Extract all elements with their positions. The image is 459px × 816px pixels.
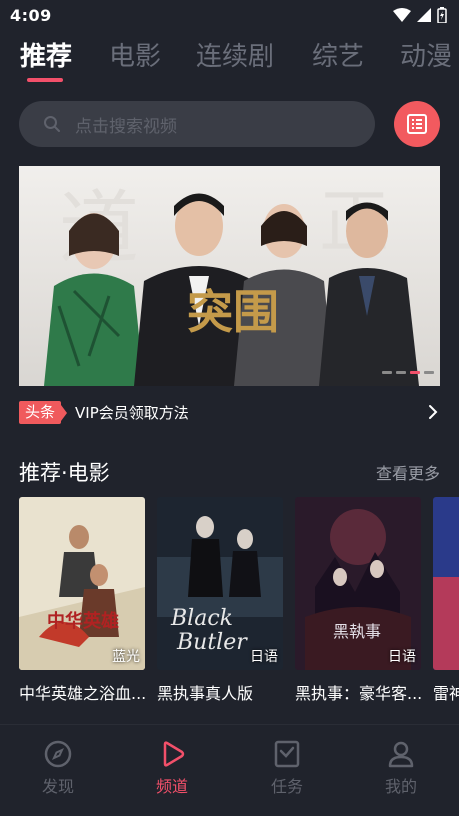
status-bar: 4:09 bbox=[0, 0, 459, 30]
headline-text[interactable]: VIP会员领取方法 bbox=[75, 402, 426, 423]
movie-poster[interactable]: Black Butler 日语 bbox=[157, 497, 283, 670]
tab-anime[interactable]: 动漫 bbox=[400, 38, 452, 76]
nav-profile[interactable]: 我的 bbox=[361, 739, 441, 797]
compass-icon bbox=[44, 740, 72, 768]
wifi-icon bbox=[393, 8, 411, 22]
banner-dot[interactable] bbox=[382, 371, 392, 374]
see-more-link[interactable]: 查看更多 bbox=[376, 460, 440, 484]
headline-badge: 头条 bbox=[19, 400, 68, 424]
tab-variety[interactable]: 综艺 bbox=[312, 38, 364, 76]
signal-icon bbox=[417, 8, 431, 22]
search-input[interactable]: 点击搜索视频 bbox=[19, 101, 375, 147]
svg-text:黑執事: 黑執事 bbox=[333, 622, 381, 641]
tab-recommend[interactable]: 推荐 bbox=[20, 38, 72, 76]
play-icon bbox=[163, 741, 185, 767]
movie-poster[interactable]: 中华英雄 蓝光 bbox=[19, 497, 145, 670]
status-icons bbox=[393, 7, 447, 23]
movie-card[interactable]: 中华英雄 蓝光 中华英雄之浴血... bbox=[19, 497, 145, 704]
banner-dot-active[interactable] bbox=[410, 371, 420, 374]
tab-series[interactable]: 连续剧 bbox=[196, 38, 274, 76]
status-time: 4:09 bbox=[10, 5, 52, 25]
movie-card[interactable]: Black Butler 日语 黑执事真人版 bbox=[157, 497, 283, 704]
battery-charging-icon bbox=[437, 7, 447, 23]
movie-card[interactable]: 雷神 bbox=[433, 497, 459, 704]
movie-card[interactable]: 黑執事 日语 黑执事：豪华客... bbox=[295, 497, 421, 704]
category-tabs: 推荐 电影 连续剧 综艺 动漫 bbox=[0, 38, 459, 84]
banner-image: 道 正 突围 bbox=[19, 166, 440, 386]
search-icon bbox=[44, 116, 60, 132]
movie-poster[interactable] bbox=[433, 497, 459, 670]
banner-pagination bbox=[382, 371, 434, 374]
movie-title[interactable]: 黑执事：豪华客... bbox=[295, 680, 421, 704]
movie-poster[interactable]: 黑執事 日语 bbox=[295, 497, 421, 670]
movie-title[interactable]: 雷神 bbox=[433, 680, 459, 704]
svg-text:Butler: Butler bbox=[176, 630, 248, 655]
section-title: 推荐·电影 bbox=[19, 461, 110, 485]
quality-tag: 蓝光 bbox=[112, 649, 140, 665]
banner-dot[interactable] bbox=[424, 371, 434, 374]
nav-channel[interactable]: 频道 bbox=[132, 739, 212, 797]
bottom-nav: 发现 频道 任务 我的 bbox=[0, 724, 459, 816]
movie-list: 中华英雄 蓝光 中华英雄之浴血... Black Butler 日语 黑执事真人… bbox=[19, 497, 459, 707]
language-tag: 日语 bbox=[388, 649, 416, 665]
nav-tasks[interactable]: 任务 bbox=[247, 739, 327, 797]
list-icon bbox=[407, 114, 427, 134]
tab-indicator bbox=[27, 78, 63, 82]
nav-label: 频道 bbox=[155, 777, 188, 796]
nav-label: 发现 bbox=[41, 777, 74, 796]
search-placeholder: 点击搜索视频 bbox=[75, 116, 177, 137]
chevron-right-icon[interactable] bbox=[426, 402, 440, 422]
nav-label: 我的 bbox=[384, 777, 417, 796]
user-icon bbox=[388, 741, 414, 768]
nav-discover[interactable]: 发现 bbox=[18, 739, 98, 797]
nav-label: 任务 bbox=[270, 777, 303, 796]
task-icon bbox=[274, 740, 300, 768]
tab-movies[interactable]: 电影 bbox=[109, 38, 161, 76]
svg-text:突围: 突围 bbox=[187, 285, 279, 339]
list-button[interactable] bbox=[394, 101, 440, 147]
language-tag: 日语 bbox=[250, 649, 278, 665]
svg-text:Black: Black bbox=[170, 606, 233, 631]
svg-text:中华英雄: 中华英雄 bbox=[47, 610, 119, 632]
banner-dot[interactable] bbox=[396, 371, 406, 374]
banner-carousel[interactable]: 道 正 突围 bbox=[19, 166, 440, 386]
movie-title[interactable]: 中华英雄之浴血... bbox=[19, 680, 145, 704]
movie-title[interactable]: 黑执事真人版 bbox=[157, 680, 283, 704]
headline-row[interactable]: 头条 VIP会员领取方法 bbox=[19, 398, 440, 426]
